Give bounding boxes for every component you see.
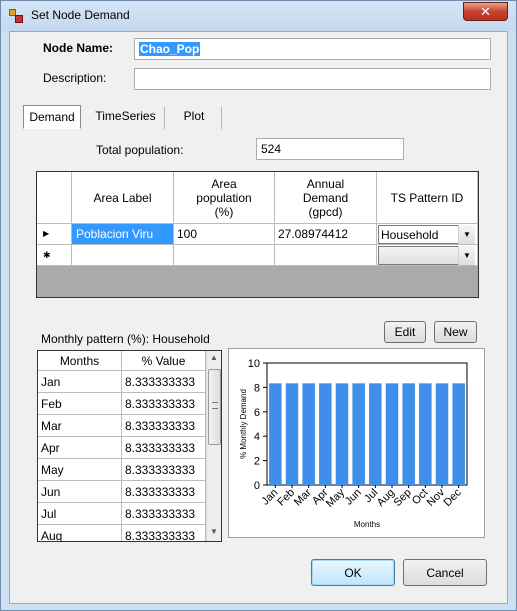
- value-cell[interactable]: 8.333333333: [122, 415, 206, 437]
- scroll-thumb[interactable]: [208, 369, 221, 445]
- bar: [435, 383, 449, 485]
- window-title: Set Node Demand: [31, 8, 130, 22]
- month-cell[interactable]: Jan: [38, 371, 122, 393]
- y-tick-label: 4: [254, 431, 260, 443]
- x-axis-label: Months: [354, 520, 380, 529]
- cancel-button[interactable]: Cancel: [403, 559, 487, 586]
- node-name-value: Chao_Pop: [139, 42, 201, 56]
- bar: [369, 383, 382, 485]
- y-tick-label: 6: [254, 407, 260, 419]
- month-cell[interactable]: Jul: [38, 503, 122, 525]
- tab-demand[interactable]: Demand: [23, 105, 81, 129]
- y-tick-label: 10: [248, 358, 260, 370]
- cell-ts-pattern-combo[interactable]: Household ▼: [377, 224, 478, 245]
- new-cell-area-label[interactable]: [72, 245, 174, 266]
- y-axis-label: % Monthly Demand: [239, 389, 248, 459]
- value-cell[interactable]: 8.333333333: [122, 503, 206, 525]
- y-tick-label: 0: [254, 480, 260, 492]
- cell-area-label[interactable]: Poblacion Viru: [72, 224, 174, 245]
- vertical-scrollbar[interactable]: ▲ ▼: [206, 351, 221, 541]
- bar: [385, 383, 399, 485]
- column-header-ts-pattern-id[interactable]: TS Pattern ID: [377, 172, 478, 224]
- tab-separator: [221, 107, 222, 129]
- y-tick-label: 8: [254, 382, 260, 394]
- cell-area-population[interactable]: 100: [174, 224, 275, 245]
- new-cell-ts-pattern-combo[interactable]: ▼: [377, 245, 478, 266]
- edit-button[interactable]: Edit: [384, 321, 426, 343]
- bar: [335, 383, 349, 485]
- column-header-area-label[interactable]: Area Label: [72, 172, 174, 224]
- dropdown-arrow-icon[interactable]: ▼: [458, 246, 475, 265]
- monthly-grid: Months % Value Jan 8.333333333 Feb 8.333333…: [37, 350, 222, 542]
- tab-plot[interactable]: Plot: [169, 105, 219, 129]
- month-cell[interactable]: Aug: [38, 525, 122, 541]
- node-name-label: Node Name:: [43, 41, 114, 55]
- bar: [452, 383, 465, 485]
- bar: [402, 383, 415, 485]
- description-label: Description:: [43, 71, 107, 85]
- new-button[interactable]: New: [434, 321, 477, 343]
- description-field[interactable]: [134, 68, 491, 90]
- value-cell[interactable]: 8.333333333: [122, 437, 206, 459]
- bar: [419, 383, 432, 485]
- node-name-field[interactable]: Chao_Pop: [134, 38, 491, 60]
- chart-svg: 0246810JanFebMarAprMayJunJulAugSepOctNov…: [239, 358, 468, 529]
- ok-button[interactable]: OK: [311, 559, 395, 586]
- tab-timeseries[interactable]: TimeSeries: [93, 105, 158, 129]
- total-population-field[interactable]: 524: [256, 138, 404, 160]
- x-tick-label: Jun: [343, 487, 364, 508]
- cell-annual-demand[interactable]: 27.08974412: [275, 224, 377, 245]
- bar: [302, 383, 315, 485]
- month-cell[interactable]: Feb: [38, 393, 122, 415]
- tab-separator: [164, 107, 165, 129]
- dialog-client-area: Node Name: Chao_Pop Description: Demand …: [9, 31, 508, 604]
- dialog-window: Set Node Demand ✕ Node Name: Chao_Pop De…: [0, 0, 517, 611]
- new-cell-area-population[interactable]: [174, 245, 275, 266]
- x-tick-label: Dec: [441, 486, 464, 509]
- grid-corner-cell: [37, 172, 72, 224]
- title-bar[interactable]: Set Node Demand ✕: [1, 1, 516, 31]
- month-cell[interactable]: May: [38, 459, 122, 481]
- app-icon: [9, 9, 23, 23]
- new-cell-annual-demand[interactable]: [275, 245, 377, 266]
- row-selector-new[interactable]: ✱: [37, 245, 72, 266]
- value-cell[interactable]: 8.333333333: [122, 371, 206, 393]
- scroll-up-arrow-icon[interactable]: ▲: [210, 353, 218, 362]
- monthly-demand-chart: 0 2 4 6 8 10 Jan Feb Mar Apr May Jun Jul Aug Sep Oct Nov…: [228, 348, 485, 538]
- month-cell[interactable]: Jun: [38, 481, 122, 503]
- demand-grid: Area Label Area population (%) Annual De…: [36, 171, 479, 298]
- value-cell[interactable]: 8.333333333: [122, 481, 206, 503]
- y-tick-label: 2: [254, 456, 260, 468]
- dropdown-arrow-icon[interactable]: ▼: [458, 225, 475, 244]
- column-header-area-population[interactable]: Area population (%): [174, 172, 275, 224]
- bar: [352, 383, 365, 485]
- value-cell[interactable]: 8.333333333: [122, 525, 206, 541]
- grip-icon: [212, 402, 218, 409]
- column-header-annual-demand[interactable]: Annual Demand (gpcd): [275, 172, 377, 224]
- bar: [285, 383, 299, 485]
- month-cell[interactable]: Apr: [38, 437, 122, 459]
- column-header-months[interactable]: Months: [38, 351, 122, 371]
- value-cell[interactable]: 8.333333333: [122, 393, 206, 415]
- column-header-value[interactable]: % Value: [122, 351, 206, 371]
- total-population-label: Total population:: [96, 143, 184, 157]
- value-cell[interactable]: 8.333333333: [122, 459, 206, 481]
- close-button[interactable]: ✕: [463, 2, 508, 21]
- bar: [269, 383, 282, 485]
- bar: [319, 383, 332, 485]
- monthly-pattern-label: Monthly pattern (%): Household: [41, 332, 210, 346]
- month-cell[interactable]: Mar: [38, 415, 122, 437]
- scroll-down-arrow-icon[interactable]: ▼: [210, 527, 218, 536]
- row-selector-current[interactable]: ▶: [37, 224, 72, 245]
